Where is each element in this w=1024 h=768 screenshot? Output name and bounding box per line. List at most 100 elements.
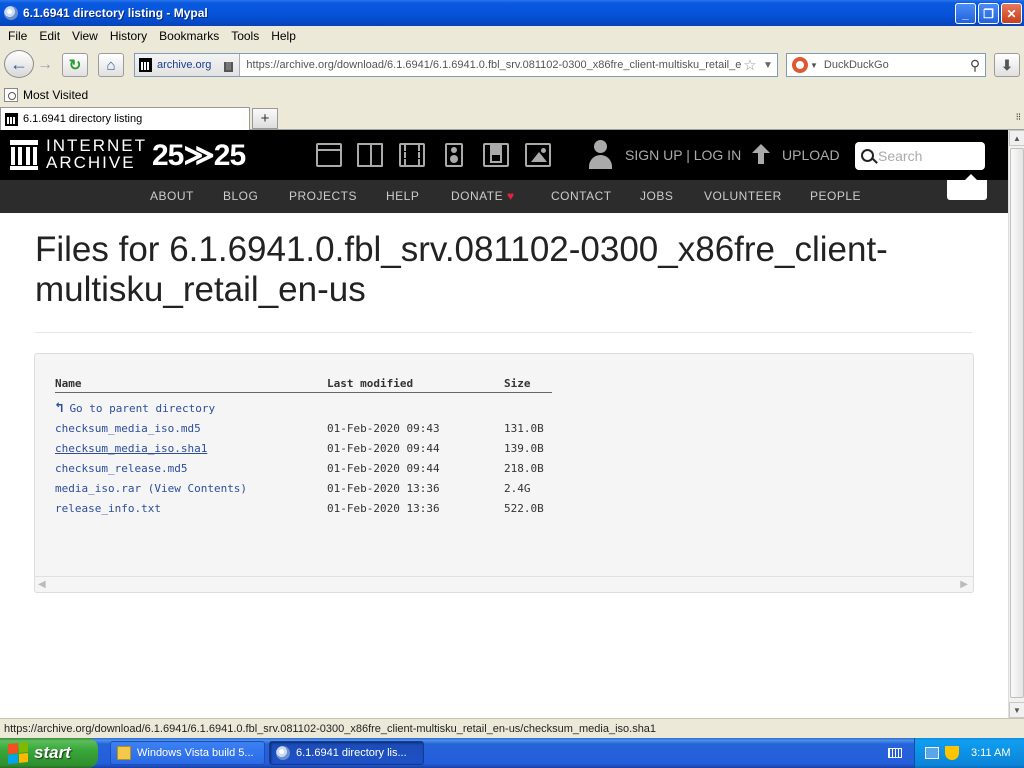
menu-edit[interactable]: Edit [33, 29, 66, 43]
menu-view[interactable]: View [66, 29, 104, 43]
file-link[interactable]: media_iso.rar [55, 482, 141, 495]
search-bar[interactable]: ▼ DuckDuckGo ⚲ [786, 53, 986, 77]
title-divider [35, 332, 972, 333]
page-viewport: INTERNET ARCHIVE 25≫25 SIGN UP | LOG IN … [0, 130, 1008, 718]
file-link[interactable]: checksum_media_iso.md5 [55, 422, 201, 435]
menu-history[interactable]: History [104, 29, 153, 43]
file-size: 131.0B [504, 422, 544, 435]
tab-list-icon[interactable]: ⁝⁝ [1016, 112, 1021, 123]
tab-strip: 6.1.6941 directory listing + ⁝⁝ [0, 106, 1024, 130]
mypal-app-icon [276, 746, 290, 760]
images-icon[interactable] [525, 143, 551, 167]
scroll-right-icon[interactable]: ▶ [960, 579, 968, 590]
bookmark-star-icon[interactable]: ☆ [741, 56, 759, 74]
search-dropdown-tab [947, 174, 987, 200]
start-button[interactable]: start [0, 738, 98, 768]
menu-bar: File Edit View History Bookmarks Tools H… [0, 26, 1024, 46]
menu-file[interactable]: File [2, 29, 33, 43]
menu-tools[interactable]: Tools [225, 29, 265, 43]
search-engine-dropdown-icon[interactable]: ▼ [810, 61, 818, 70]
view-contents-link[interactable]: (View Contents) [148, 482, 247, 495]
internet-archive-logo-icon[interactable] [10, 140, 38, 170]
ia-wordmark-line2: ARCHIVE [46, 153, 136, 172]
bookmark-most-visited[interactable]: Most Visited [23, 88, 88, 102]
back-arrow-icon[interactable]: ← [4, 50, 34, 78]
ia-25-anniversary-logo[interactable]: 25≫25 [152, 138, 246, 173]
header-last-modified: Last modified [327, 377, 414, 390]
table-row: media_iso.rar (View Contents) 01-Feb-202… [35, 482, 973, 502]
nav-jobs[interactable]: JOBS [640, 189, 673, 203]
scrollbar-thumb[interactable] [1010, 148, 1024, 698]
most-visited-icon[interactable] [4, 88, 18, 102]
upload-link[interactable]: UPLOAD [782, 147, 840, 163]
close-button[interactable]: ✕ [1001, 3, 1022, 24]
menu-help[interactable]: Help [265, 29, 302, 43]
scroll-left-icon[interactable]: ◀ [38, 579, 46, 590]
upload-icon[interactable] [752, 144, 770, 166]
table-row: checksum_media_iso.md5 01-Feb-2020 09:43… [35, 422, 973, 442]
site-identity-button[interactable]: archive.org [135, 54, 241, 76]
file-link[interactable]: release_info.txt [55, 502, 161, 515]
reload-icon[interactable]: ↻ [62, 53, 88, 77]
table-row: release_info.txt 01-Feb-2020 13:36 522.0… [35, 502, 973, 522]
nav-help[interactable]: HELP [386, 189, 419, 203]
mypal-app-icon[interactable] [4, 6, 18, 20]
file-modified: 01-Feb-2020 13:36 [327, 502, 440, 515]
nav-contact[interactable]: CONTACT [551, 189, 612, 203]
forward-arrow-icon[interactable]: → [35, 55, 55, 75]
taskbar-item-explorer[interactable]: Windows Vista build 5... [110, 741, 265, 765]
listing-horizontal-scrollbar[interactable]: ◀ ▶ [35, 576, 973, 592]
menu-bookmarks[interactable]: Bookmarks [153, 29, 225, 43]
file-name-cell: media_iso.rar (View Contents) [55, 482, 247, 495]
minimize-button[interactable]: _ [955, 3, 976, 24]
nav-blog[interactable]: BLOG [223, 189, 258, 203]
ia-search-placeholder: Search [878, 148, 923, 164]
table-row: checksum_media_iso.sha1 01-Feb-2020 09:4… [35, 442, 973, 462]
network-icon[interactable] [925, 747, 939, 759]
scroll-up-icon[interactable]: ▲ [1009, 130, 1024, 146]
texts-icon[interactable] [357, 143, 383, 167]
nav-about[interactable]: ABOUT [150, 189, 194, 203]
clock[interactable]: 3:11 AM [971, 747, 1011, 759]
file-modified: 01-Feb-2020 09:43 [327, 422, 440, 435]
nav-people[interactable]: PEOPLE [810, 189, 861, 203]
nav-volunteer[interactable]: VOLUNTEER [704, 189, 782, 203]
duckduckgo-icon[interactable] [792, 57, 808, 73]
parent-directory-row: ↰ Go to parent directory [35, 400, 973, 420]
downloads-icon[interactable]: ⬇ [994, 53, 1020, 77]
software-icon[interactable] [483, 143, 509, 167]
page-vertical-scrollbar[interactable]: ▲ ▼ [1008, 130, 1024, 718]
file-link[interactable]: checksum_release.md5 [55, 462, 187, 475]
window-title-bar[interactable]: 6.1.6941 directory listing - Mypal _ ❐ ✕ [0, 0, 1024, 26]
search-icon [861, 148, 874, 162]
user-icon[interactable] [588, 140, 612, 170]
tab-directory-listing[interactable]: 6.1.6941 directory listing [0, 107, 250, 130]
video-icon[interactable] [399, 143, 425, 167]
maximize-button[interactable]: ❐ [978, 3, 999, 24]
ia-search-input[interactable]: Search [855, 142, 985, 170]
search-input[interactable]: DuckDuckGo [824, 59, 965, 71]
url-history-dropdown-icon[interactable]: ▼ [759, 60, 777, 71]
security-shield-icon[interactable] [945, 746, 959, 760]
page-title: Files for 6.1.6941.0.fbl_srv.081102-0300… [35, 230, 888, 309]
web-icon[interactable] [316, 143, 342, 167]
file-size: 139.0B [504, 442, 544, 455]
scroll-down-icon[interactable]: ▼ [1009, 702, 1024, 718]
file-link-hovered[interactable]: checksum_media_iso.sha1 [55, 442, 207, 455]
url-input[interactable]: https://archive.org/download/6.1.6941/6.… [240, 59, 741, 71]
taskbar-item-label: Windows Vista build 5... [137, 747, 254, 759]
keyboard-icon[interactable] [888, 748, 902, 758]
file-size: 218.0B [504, 462, 544, 475]
url-bar[interactable]: archive.org https://archive.org/download… [134, 53, 778, 77]
search-icon[interactable]: ⚲ [965, 57, 985, 74]
windows-logo-icon [8, 741, 28, 765]
nav-projects[interactable]: PROJECTS [289, 189, 357, 203]
new-tab-button[interactable]: + [252, 108, 278, 129]
home-icon[interactable]: ⌂ [98, 53, 124, 77]
parent-directory-link[interactable]: ↰ Go to parent directory [55, 400, 215, 416]
nav-donate[interactable]: DONATE ♥ [451, 189, 515, 203]
sign-up-log-in-link[interactable]: SIGN UP | LOG IN [625, 147, 741, 163]
ia-wordmark[interactable]: INTERNET ARCHIVE [46, 137, 147, 171]
taskbar-item-mypal[interactable]: 6.1.6941 directory lis... [269, 741, 424, 765]
audio-icon[interactable] [445, 143, 463, 167]
